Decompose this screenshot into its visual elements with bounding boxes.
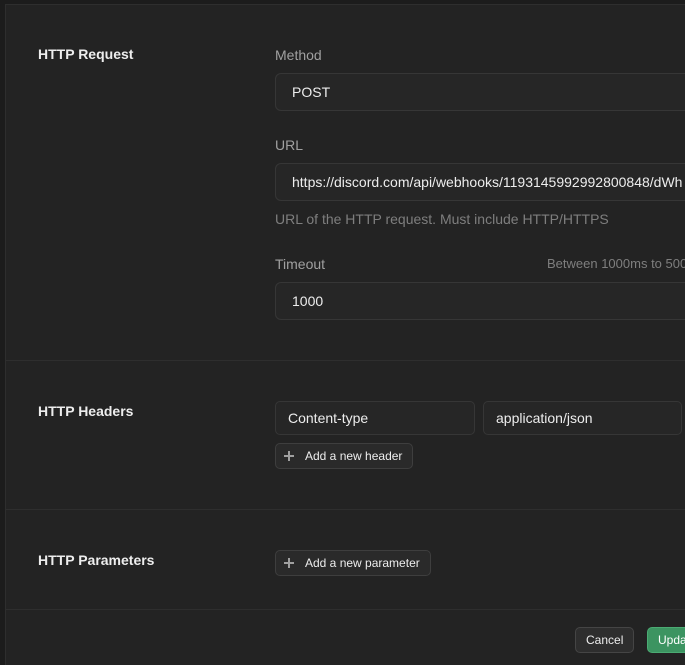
timeout-input[interactable]: 1000 — [275, 282, 685, 320]
cancel-button[interactable]: Cancel — [575, 627, 635, 653]
webhook-form-panel: HTTP Request Method POST URL https://dis… — [5, 4, 685, 665]
plus-icon — [284, 451, 294, 461]
section-divider — [6, 360, 685, 361]
header-value-input[interactable]: application/json — [483, 401, 682, 435]
method-select[interactable]: POST — [275, 73, 685, 111]
url-input[interactable]: https://discord.com/api/webhooks/1193145… — [275, 163, 685, 201]
http-request-title: HTTP Request — [38, 46, 134, 62]
add-parameter-label: Add a new parameter — [305, 556, 420, 570]
http-headers-title: HTTP Headers — [38, 403, 134, 419]
add-header-button[interactable]: Add a new header — [275, 443, 414, 469]
header-key-input[interactable]: Content-type — [275, 401, 475, 435]
add-header-label: Add a new header — [305, 449, 403, 463]
plus-icon — [284, 558, 294, 568]
url-hint: URL of the HTTP request. Must include HT… — [275, 211, 609, 227]
url-label: URL — [275, 137, 304, 153]
timeout-label: Timeout — [275, 256, 326, 272]
http-parameters-title: HTTP Parameters — [38, 552, 155, 568]
add-parameter-button[interactable]: Add a new parameter — [275, 550, 431, 576]
section-divider — [6, 509, 685, 510]
timeout-hint: Between 1000ms to 5000ms — [547, 256, 685, 271]
footer-divider — [6, 609, 685, 610]
update-button[interactable]: Update — [647, 627, 685, 653]
method-label: Method — [275, 47, 322, 63]
